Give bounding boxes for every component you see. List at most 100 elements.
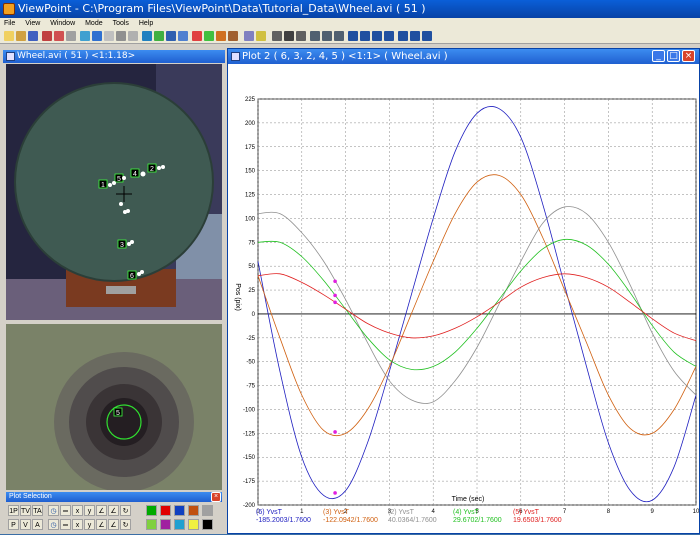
menu-mode[interactable]: Mode xyxy=(81,18,107,29)
cursor-point-5 xyxy=(333,300,337,305)
y-tick-label: -200 xyxy=(243,503,256,509)
marker-label-2: 2 xyxy=(150,166,154,173)
color-swatch-9[interactable] xyxy=(188,519,199,530)
legend-entry-4: (4) YvsT 29.6702/1.7600 xyxy=(453,509,502,525)
close-button[interactable]: × xyxy=(682,50,695,62)
tool-icon[interactable] xyxy=(228,31,238,41)
down-icon[interactable] xyxy=(310,31,320,41)
plot-mode-tv-button[interactable]: TV xyxy=(20,505,31,516)
back-icon[interactable] xyxy=(398,31,408,41)
menu-help[interactable]: Help xyxy=(135,18,157,29)
menu-view[interactable]: View xyxy=(21,18,44,29)
color-swatch-4[interactable] xyxy=(188,505,199,516)
main-toolbar xyxy=(0,29,700,44)
up-icon[interactable] xyxy=(334,31,344,41)
plot-mode-a-button[interactable]: A xyxy=(32,519,43,530)
marker-icon[interactable] xyxy=(166,31,176,41)
open-folder-icon[interactable] xyxy=(16,31,26,41)
magnifier-icon[interactable] xyxy=(128,31,138,41)
plot-rotate2-icon[interactable]: ↻ xyxy=(120,519,131,530)
frame-icon[interactable] xyxy=(178,31,188,41)
plot-x2-icon[interactable]: x xyxy=(72,519,83,530)
color-swatch-1[interactable] xyxy=(146,505,157,516)
forward-icon[interactable] xyxy=(422,31,432,41)
display-icon[interactable] xyxy=(92,31,102,41)
table-icon[interactable] xyxy=(104,31,114,41)
plot-mode-p-button[interactable]: P xyxy=(8,519,19,530)
pen-icon[interactable] xyxy=(116,31,126,41)
eject-icon[interactable] xyxy=(272,31,282,41)
plot-angle4-icon[interactable]: ∠ xyxy=(108,519,119,530)
next-frame-icon[interactable] xyxy=(372,31,382,41)
y-tick-label: 100 xyxy=(245,216,256,222)
last-frame-icon[interactable] xyxy=(384,31,394,41)
prev-frame-icon[interactable] xyxy=(360,31,370,41)
grid-icon[interactable] xyxy=(66,31,76,41)
track-icon[interactable] xyxy=(192,31,202,41)
first-frame-icon[interactable] xyxy=(348,31,358,41)
menu-window[interactable]: Window xyxy=(46,18,79,29)
x-tick-label: 8 xyxy=(607,509,611,515)
minimize-button[interactable]: _ xyxy=(652,50,665,62)
new-file-icon[interactable] xyxy=(4,31,14,41)
plot-selection-palette: Plot Selection × 1P TV TA P V A ◷ ═ x y … xyxy=(6,492,222,534)
y-tick-label: -25 xyxy=(246,336,255,342)
plot-clock-icon[interactable]: ◷ xyxy=(48,505,59,516)
color-swatch-10[interactable] xyxy=(202,519,213,530)
step-icon[interactable] xyxy=(322,31,332,41)
cursor-point-3 xyxy=(333,279,337,284)
camera-icon[interactable] xyxy=(80,31,90,41)
y-tick-label: -100 xyxy=(243,407,256,413)
paint-icon[interactable] xyxy=(216,31,226,41)
settings-icon[interactable] xyxy=(244,31,254,41)
color-swatch-8[interactable] xyxy=(174,519,185,530)
video-panel-titlebar[interactable]: Wheel.avi ( 51 ) <1:1.18> xyxy=(3,50,225,63)
plot-mode-v-button[interactable]: V xyxy=(20,519,31,530)
y-tick-label: 225 xyxy=(245,97,256,103)
pause-icon[interactable] xyxy=(410,31,420,41)
color-swatch-3[interactable] xyxy=(174,505,185,516)
plot-mode-ta-button[interactable]: TA xyxy=(32,505,43,516)
stop-icon[interactable] xyxy=(284,31,294,41)
point-icon[interactable] xyxy=(204,31,214,41)
plot-angle3-icon[interactable]: ∠ xyxy=(96,519,107,530)
video-image: 1 2 3 4 5 6 xyxy=(6,64,222,320)
plot-mode-1p-button[interactable]: 1P xyxy=(8,505,19,516)
plot-axis2-icon[interactable]: ═ xyxy=(60,519,71,530)
cursor-points xyxy=(333,279,337,495)
maximize-button[interactable]: □ xyxy=(667,50,680,62)
zoom-view[interactable]: 5 xyxy=(6,324,222,490)
plot-angle2-icon[interactable]: ∠ xyxy=(108,505,119,516)
color-swatch-6[interactable] xyxy=(146,519,157,530)
legend-entry-5: (5) YvsT 19.6503/1.7600 xyxy=(513,509,562,525)
help-icon[interactable] xyxy=(256,31,266,41)
plot-y2-icon[interactable]: y xyxy=(84,519,95,530)
plot-angle-icon[interactable]: ∠ xyxy=(96,505,107,516)
plot-rotate-icon[interactable]: ↻ xyxy=(120,505,131,516)
play-icon[interactable] xyxy=(296,31,306,41)
target-icon[interactable] xyxy=(154,31,164,41)
legend-readout: 19.6503/1.7600 xyxy=(513,517,562,524)
plot-axis-icon[interactable]: ═ xyxy=(60,505,71,516)
menu-tools[interactable]: Tools xyxy=(109,18,133,29)
plot-x-icon[interactable]: x xyxy=(72,505,83,516)
legend-name: (5) YvsT xyxy=(513,509,539,516)
video-frame[interactable]: 1 2 3 4 5 6 xyxy=(6,64,222,320)
plot-selection-close-button[interactable]: × xyxy=(211,492,221,502)
plot-y-icon[interactable]: y xyxy=(84,505,95,516)
video-icon[interactable] xyxy=(42,31,52,41)
record-icon[interactable] xyxy=(54,31,64,41)
cursor-point-1 xyxy=(333,491,337,495)
menu-file[interactable]: File xyxy=(0,18,19,29)
y-tick-label: 150 xyxy=(245,169,256,175)
plot-icon[interactable] xyxy=(142,31,152,41)
plot-clock2-icon[interactable]: ◷ xyxy=(48,519,59,530)
plot-window-titlebar[interactable]: Plot 2 ( 6, 3, 2, 4, 5 ) <1:1> ( Wheel.a… xyxy=(228,49,699,64)
window-titlebar[interactable]: ViewPoint - C:\Program Files\ViewPoint\D… xyxy=(0,0,700,18)
position-plot[interactable]: 225 200 175 150 125 100 75 50 25 0 -25 -50 -75 -100 -1… xyxy=(228,65,699,535)
video-panel-icon xyxy=(6,52,15,61)
color-swatch-2[interactable] xyxy=(160,505,171,516)
save-icon[interactable] xyxy=(28,31,38,41)
color-swatch-5[interactable] xyxy=(202,505,213,516)
color-swatch-7[interactable] xyxy=(160,519,171,530)
